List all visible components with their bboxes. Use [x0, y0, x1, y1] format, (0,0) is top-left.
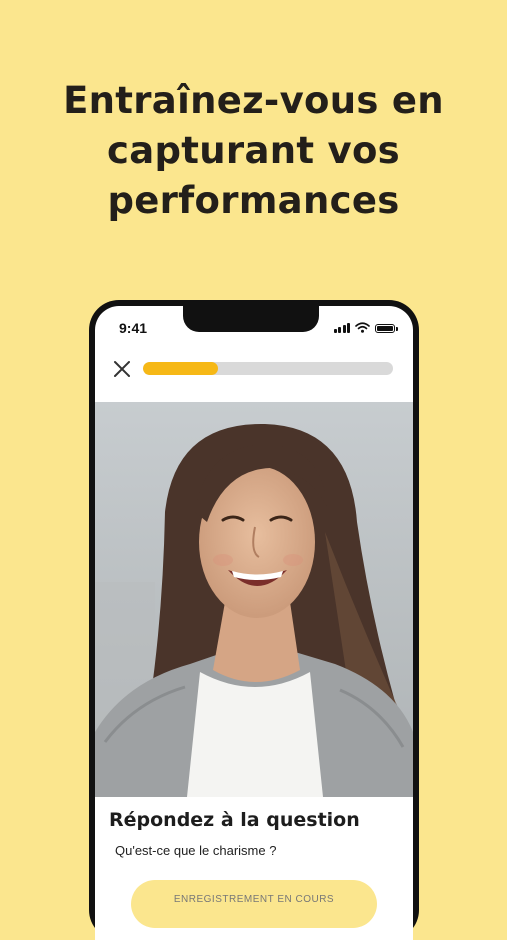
status-time: 9:41 — [119, 320, 148, 336]
close-icon[interactable] — [113, 360, 131, 378]
wifi-icon — [355, 322, 370, 333]
progress-bar — [143, 362, 393, 375]
person-photo — [95, 402, 413, 797]
phone-screen: 9:41 Répondez à la question Qu'est-ce qu… — [95, 306, 413, 940]
battery-icon — [375, 324, 398, 333]
video-preview — [95, 402, 413, 797]
headline-line-1: Entraînez-vous en — [63, 79, 444, 122]
question-title: Répondez à la question — [109, 809, 360, 831]
signal-icon — [333, 323, 350, 333]
record-button[interactable]: ENREGISTREMENT EN COURS — [131, 880, 377, 928]
headline-line-3: performances — [107, 179, 400, 222]
progress-fill — [143, 362, 218, 375]
status-icons — [333, 321, 398, 333]
question-text: Qu'est-ce que le charisme ? — [115, 843, 277, 858]
headline-line-2: capturant vos — [107, 129, 400, 172]
phone-notch — [183, 306, 319, 332]
headline: Entraînez-vous en capturant vos performa… — [0, 76, 507, 226]
phone-mockup: 9:41 Répondez à la question Qu'est-ce qu… — [89, 300, 419, 940]
